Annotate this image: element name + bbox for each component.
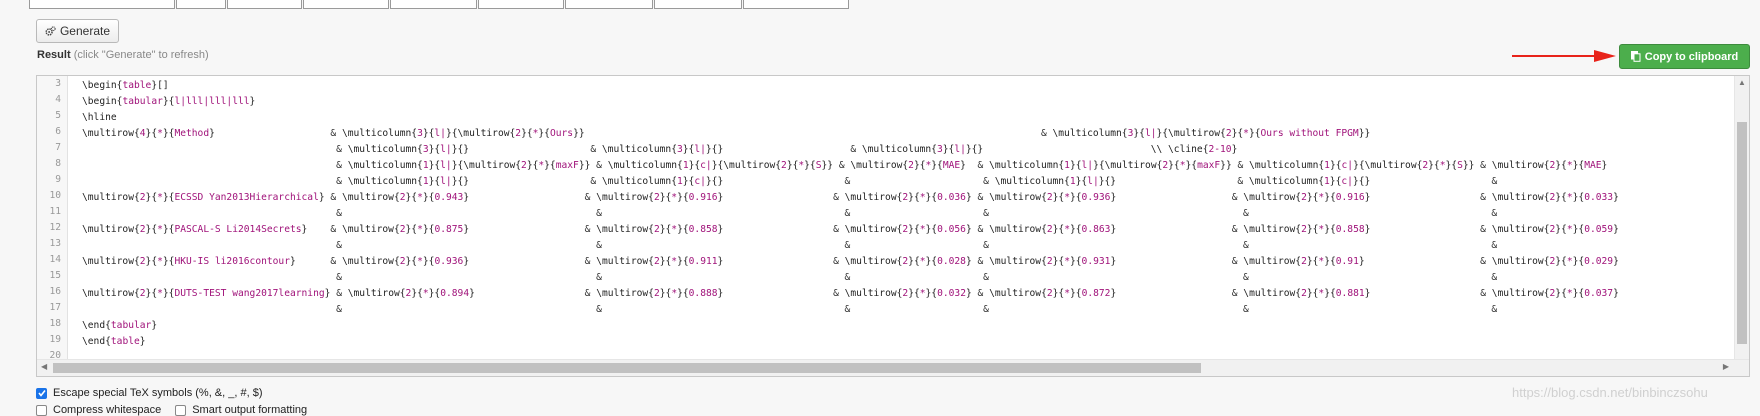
latex-output-editor[interactable]: 3 4 5 6 7 8 9 10 11 12 13 14 15 16 17 18 19 20 \begin{tab… xyxy=(36,75,1750,377)
line-number-gutter: 3 4 5 6 7 8 9 10 11 12 13 14 15 16 17 18 19 20 xyxy=(37,76,68,376)
compress-whitespace-option[interactable]: Compress whitespace Smart output formatt… xyxy=(36,404,307,416)
scroll-up-arrow-icon[interactable]: ▲ xyxy=(1738,78,1746,87)
copy-label: Copy to clipboard xyxy=(1644,50,1739,63)
line-number: 8 xyxy=(55,158,61,169)
checkmark-icon xyxy=(37,390,46,397)
tab-cell[interactable] xyxy=(478,0,564,9)
code-line[interactable]: \multirow{2}{*}{DUTS-TEST wang2017learni… xyxy=(82,286,1619,302)
code-line[interactable]: & & & & & & xyxy=(82,302,1497,318)
code-line[interactable]: \begin{table}[] xyxy=(82,78,169,94)
line-number: 11 xyxy=(49,206,61,217)
line-number: 18 xyxy=(49,318,61,329)
line-number: 12 xyxy=(49,222,61,233)
tab-cell[interactable] xyxy=(303,0,389,9)
generate-label: Generate xyxy=(59,24,111,38)
generate-button[interactable]: Generate xyxy=(36,19,119,43)
code-line[interactable]: & \multicolumn{3}{l|}{} & \multicolumn{3… xyxy=(82,142,1237,158)
tab-cell[interactable] xyxy=(654,0,742,9)
code-line[interactable]: \end{tabular} xyxy=(82,318,157,334)
smart-formatting-checkbox[interactable] xyxy=(175,404,187,416)
result-label: Result xyxy=(37,49,71,61)
tab-cell[interactable] xyxy=(176,0,226,9)
tab-cell[interactable] xyxy=(390,0,477,9)
line-number: 5 xyxy=(55,110,61,121)
code-line[interactable]: & & & & & & xyxy=(82,238,1497,254)
gears-icon xyxy=(45,25,56,36)
red-arrow-annotation xyxy=(1512,50,1616,62)
tab-cell[interactable] xyxy=(227,0,302,9)
code-line[interactable]: \end{table} xyxy=(82,334,146,350)
watermark-text: https://blog.csdn.net/binbinczsohu xyxy=(1512,385,1708,400)
code-line[interactable]: \multirow{2}{*}{HKU-IS li2016contour} & … xyxy=(82,254,1619,270)
result-hint: (click "Generate" to refresh) xyxy=(73,49,209,61)
code-line[interactable]: & & & & & & xyxy=(82,206,1497,222)
line-number: 17 xyxy=(49,302,61,313)
line-number: 3 xyxy=(55,78,61,89)
line-number: 6 xyxy=(55,126,61,137)
escape-checkbox[interactable] xyxy=(36,387,47,399)
line-number: 14 xyxy=(49,254,61,265)
vertical-scroll-thumb[interactable] xyxy=(1737,122,1747,344)
horizontal-scrollbar[interactable]: ◀ ▶ xyxy=(37,359,1749,376)
line-number: 15 xyxy=(49,270,61,281)
code-line[interactable]: \hline xyxy=(82,110,117,126)
escape-label: Escape special TeX symbols (%, &, _, #, … xyxy=(53,387,263,399)
compress-label: Compress whitespace xyxy=(53,404,162,416)
smart-label: Smart output formatting xyxy=(192,404,308,416)
result-heading: Result (click "Generate" to refresh) xyxy=(37,49,209,61)
tab-cell[interactable] xyxy=(565,0,653,9)
horizontal-scroll-thumb[interactable] xyxy=(53,363,1201,373)
code-line[interactable]: & \multicolumn{1}{l|}{\multirow{2}{*}{ma… xyxy=(82,158,1607,174)
code-line[interactable]: \begin{tabular}{l|lll|lll|lll} xyxy=(82,94,255,110)
code-line[interactable]: \multirow{4}{*}{Method} & \multicolumn{3… xyxy=(82,126,1370,142)
copy-icon xyxy=(1630,51,1641,62)
line-number: 19 xyxy=(49,334,61,345)
line-number: 16 xyxy=(49,286,61,297)
vertical-scrollbar[interactable]: ▲ xyxy=(1734,76,1749,360)
line-number: 10 xyxy=(49,190,61,201)
line-number: 9 xyxy=(55,174,61,185)
line-number: 13 xyxy=(49,238,61,249)
code-line[interactable]: \multirow{2}{*}{ECSSD Yan2013Hierarchica… xyxy=(82,190,1619,206)
code-line[interactable]: & \multicolumn{1}{l|}{} & \multicolumn{1… xyxy=(82,174,1497,190)
tab-cell[interactable] xyxy=(743,0,849,9)
code-area[interactable]: \begin{table}[] \begin{tabular}{l|lll|lll… xyxy=(82,76,1731,376)
scroll-left-arrow-icon[interactable]: ◀ xyxy=(41,362,47,371)
escape-tex-option[interactable]: Escape special TeX symbols (%, &, _, #, … xyxy=(36,387,263,399)
line-number: 4 xyxy=(55,94,61,105)
compress-checkbox[interactable] xyxy=(36,404,47,416)
code-line[interactable]: & & & & & & xyxy=(82,270,1497,286)
code-line[interactable]: \multirow{2}{*}{PASCAL-S Li2014Secrets} … xyxy=(82,222,1619,238)
line-number: 7 xyxy=(55,142,61,153)
copy-to-clipboard-button[interactable]: Copy to clipboard xyxy=(1619,44,1750,69)
scroll-right-arrow-icon[interactable]: ▶ xyxy=(1723,362,1729,371)
tab-cell[interactable] xyxy=(29,0,175,9)
